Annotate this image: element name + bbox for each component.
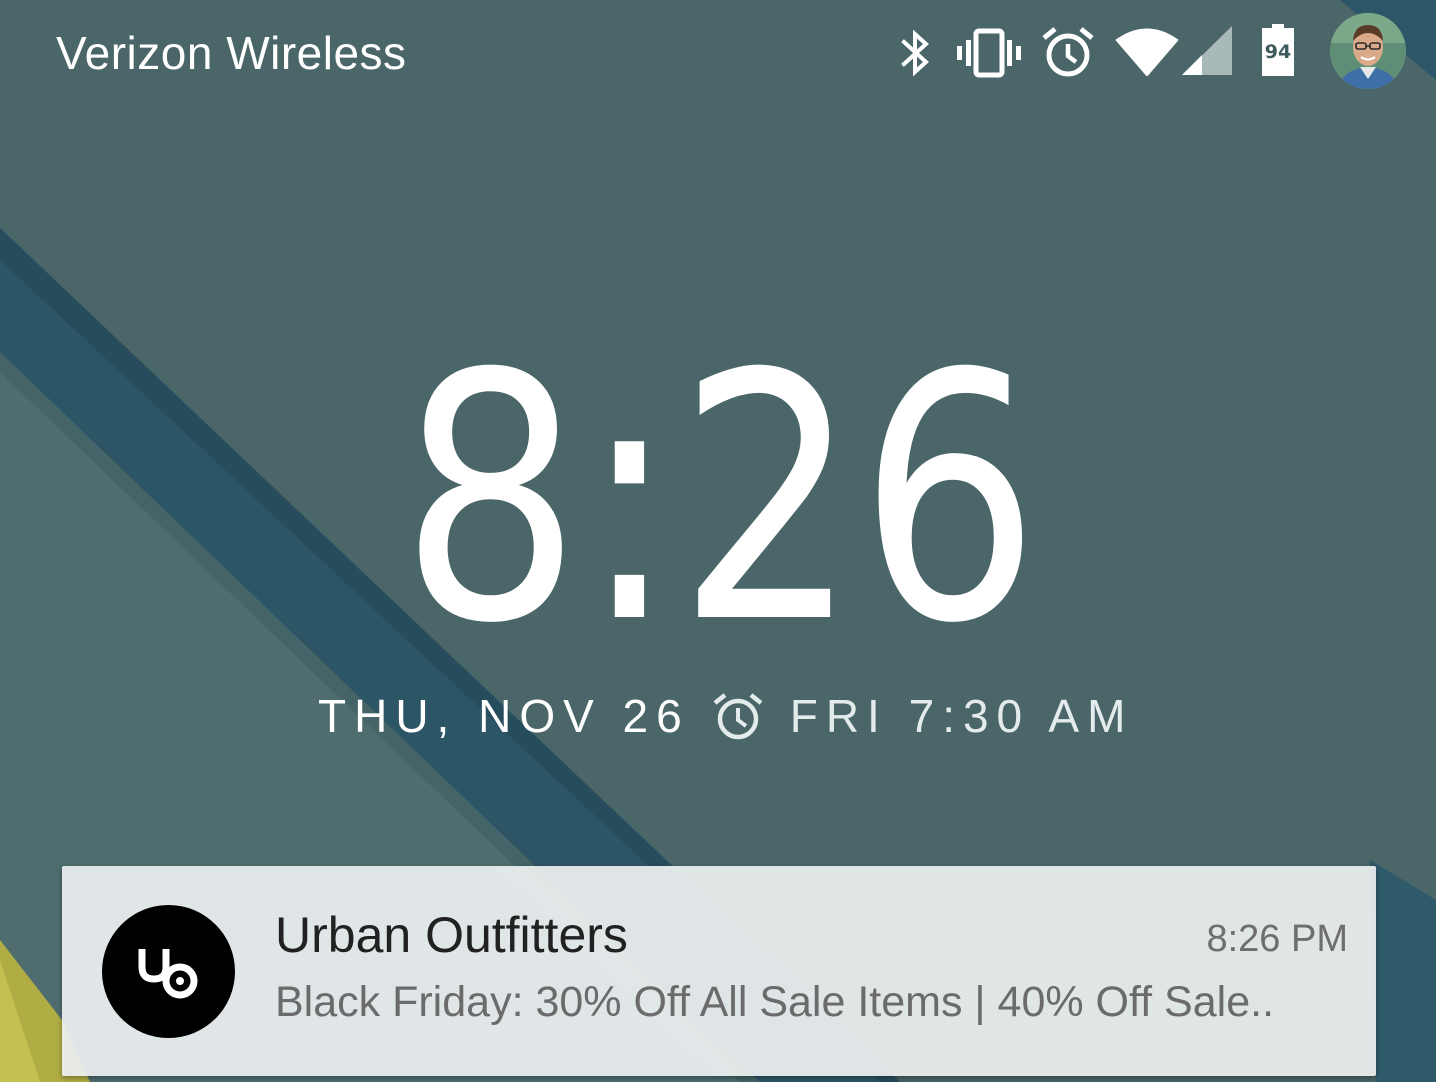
alarm-icon <box>1040 24 1096 80</box>
notification-sheen <box>492 866 902 1076</box>
notification-body: Black Friday: 30% Off All Sale Items | 4… <box>275 978 1275 1026</box>
cell-signal-icon <box>1182 26 1234 76</box>
user-avatar[interactable] <box>1330 13 1406 89</box>
date-alarm-row: THU, NOV 26 FRI 7:30 AM <box>318 686 1133 746</box>
next-alarm-icon <box>713 693 763 740</box>
vibrate-icon <box>956 28 1022 78</box>
date-text: THU, NOV 26 <box>318 690 690 742</box>
clock-time: 8:26 <box>400 355 1040 635</box>
notification-card[interactable]: Urban Outfitters 8:26 PM Black Friday: 3… <box>62 866 1376 1076</box>
lock-clock: 8:26 <box>400 355 1040 635</box>
battery-icon: 94 <box>1262 24 1294 80</box>
carrier-name: Verizon Wireless <box>56 27 407 79</box>
battery-percent: 94 <box>1264 41 1292 63</box>
bluetooth-icon <box>896 28 936 78</box>
wifi-icon <box>1114 26 1180 76</box>
next-alarm-text: FRI 7:30 AM <box>789 690 1134 742</box>
lock-screen: Verizon Wireless 94 8:26 THU, NOV 26 FRI… <box>0 0 1436 1082</box>
urban-outfitters-logo-icon <box>102 905 235 1038</box>
notification-title: Urban Outfitters <box>275 907 628 963</box>
status-bar[interactable]: Verizon Wireless 94 <box>0 0 1436 108</box>
notification-time: 8:26 PM <box>1206 918 1348 960</box>
